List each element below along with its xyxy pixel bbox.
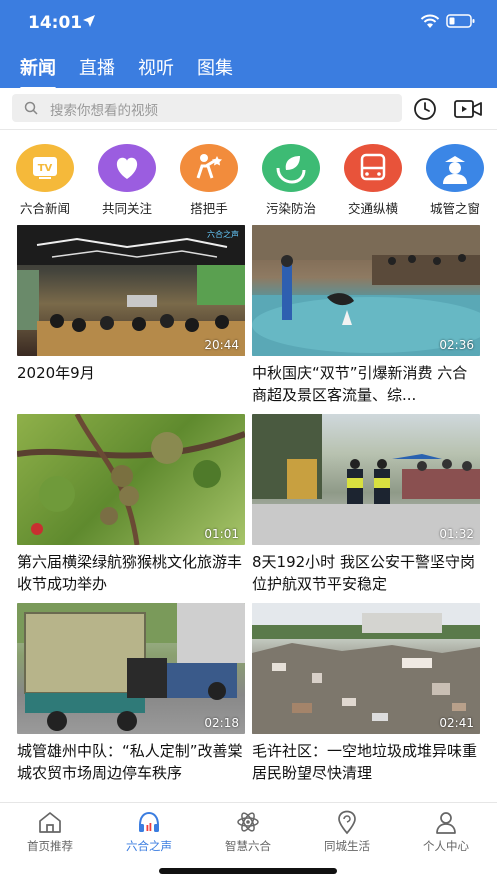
video-duration: 20:44: [204, 338, 239, 352]
location-arrow-icon: [83, 15, 95, 27]
tv-icon: TV: [16, 144, 74, 192]
channel-watermark: 六合之声: [207, 230, 239, 239]
nav-home[interactable]: 首页推荐: [10, 809, 90, 854]
video-thumbnail: 02:36: [252, 225, 480, 356]
video-duration: 01:32: [439, 527, 474, 541]
nav-city-life[interactable]: 同城生活: [307, 809, 387, 854]
video-duration: 01:01: [204, 527, 239, 541]
channel-row: TV 六合新闻 共同关注 搭把手 污染防治 交通纵横 城管之窗: [0, 144, 497, 216]
divider: [0, 129, 497, 130]
nav-label: 六合之声: [126, 839, 172, 853]
tab-live[interactable]: 直播: [79, 54, 115, 84]
atom-icon: [237, 812, 259, 832]
nav-label: 个人中心: [423, 839, 469, 853]
video-title: 第六届横梁绿航猕猴桃文化旅游丰收节成功举办: [17, 553, 243, 593]
video-card[interactable]: 02:41 毛许社区：一空地垃圾成堆异味重 居民盼望尽快清理: [252, 603, 480, 784]
top-tabs: 新闻 直播 视听 图集: [20, 54, 256, 90]
nav-profile[interactable]: 个人中心: [406, 809, 486, 854]
helper-icon: [180, 144, 238, 192]
channel-label: 搭把手: [190, 201, 228, 216]
video-title: 2020年9月: [17, 364, 95, 382]
channel-common-concern[interactable]: 共同关注: [86, 144, 168, 217]
video-title: 8天192小时 我区公安干警坚守岗位护航双节平安稳定: [252, 553, 475, 593]
app-screen: 14:01 新闻 直播 视听 图集 搜索你想看的视频 TV 六合新闻 共同关注 …: [0, 0, 497, 883]
video-duration: 02:41: [439, 716, 474, 730]
video-thumbnail: 02:41: [252, 603, 480, 734]
channel-label: 共同关注: [101, 201, 152, 216]
eco-icon: [262, 144, 320, 192]
video-card[interactable]: 01:32 8天192小时 我区公安干警坚守岗位护航双节平安稳定: [252, 414, 480, 595]
search-input[interactable]: 搜索你想看的视频: [12, 94, 402, 122]
video-card[interactable]: 01:01 第六届横梁绿航猕猴桃文化旅游丰收节成功举办: [17, 414, 245, 595]
nav-smart-liuhe[interactable]: 智慧六合: [208, 809, 288, 854]
location-icon: [338, 810, 356, 835]
svg-text:TV: TV: [38, 163, 53, 174]
video-card[interactable]: 02:36 中秋国庆“双节”引爆新消费 六合商超及景区客流量、综...: [252, 225, 480, 406]
nav-label: 智慧六合: [225, 839, 271, 853]
headphones-icon: [139, 811, 159, 832]
clock-icon[interactable]: [413, 97, 437, 121]
video-thumbnail: 02:18: [17, 603, 245, 734]
battery-icon: [446, 14, 475, 28]
video-camera-icon[interactable]: [454, 99, 482, 119]
status-bar: 14:01: [0, 0, 497, 44]
nav-liuhe-voice[interactable]: 六合之声: [109, 809, 189, 854]
video-title: 中秋国庆“双节”引爆新消费 六合商超及景区客流量、综...: [252, 364, 468, 404]
heart-icon: [98, 144, 156, 192]
channel-label: 城管之窗: [429, 201, 480, 216]
home-icon: [39, 812, 61, 833]
channel-label: 六合新闻: [19, 201, 70, 216]
channel-pollution-control[interactable]: 污染防治: [250, 144, 332, 217]
channel-label: 污染防治: [265, 201, 316, 216]
channel-traffic[interactable]: 交通纵横: [332, 144, 414, 217]
video-title: 城管雄州中队：“私人定制”改善棠城农贸市场周边停车秩序: [17, 742, 243, 782]
video-card[interactable]: 02:18 城管雄州中队：“私人定制”改善棠城农贸市场周边停车秩序: [17, 603, 245, 784]
officer-icon: [426, 144, 484, 192]
status-time: 14:01: [28, 13, 83, 33]
search-icon: [24, 101, 38, 115]
video-duration: 02:36: [439, 338, 474, 352]
tab-news[interactable]: 新闻: [20, 54, 56, 90]
wifi-icon: [420, 14, 440, 28]
video-duration: 02:18: [204, 716, 239, 730]
search-row: 搜索你想看的视频: [0, 88, 497, 130]
user-icon: [436, 812, 456, 834]
channel-liuhe-news[interactable]: TV 六合新闻: [4, 144, 86, 217]
tab-audiovisual[interactable]: 视听: [138, 54, 174, 84]
video-thumbnail: 01:01: [17, 414, 245, 545]
tab-gallery[interactable]: 图集: [197, 54, 233, 84]
channel-label: 交通纵横: [347, 201, 398, 216]
video-thumbnail: 六合之声 20:44: [17, 225, 245, 356]
channel-helper[interactable]: 搭把手: [168, 144, 250, 217]
bus-icon: [344, 144, 402, 192]
channel-urban-management[interactable]: 城管之窗: [414, 144, 496, 217]
header: 14:01 新闻 直播 视听 图集: [0, 0, 497, 90]
video-thumbnail: 01:32: [252, 414, 480, 545]
nav-label: 同城生活: [324, 839, 370, 853]
video-card[interactable]: 六合之声 20:44 2020年9月: [17, 225, 245, 384]
home-indicator: [159, 868, 337, 874]
nav-label: 首页推荐: [27, 839, 73, 853]
video-title: 毛许社区：一空地垃圾成堆异味重 居民盼望尽快清理: [252, 742, 478, 782]
search-placeholder: 搜索你想看的视频: [50, 103, 158, 119]
